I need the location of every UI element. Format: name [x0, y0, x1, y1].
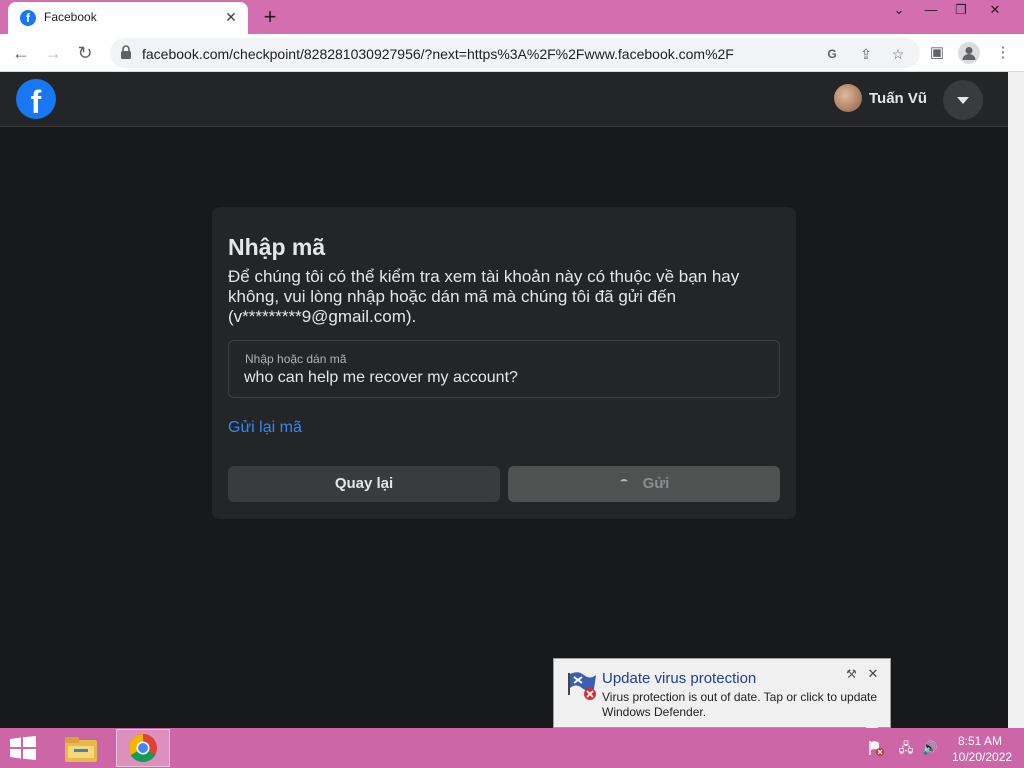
side-panel-icon[interactable]: ▣	[926, 42, 948, 64]
notification-message: Virus protection is out of date. Tap or …	[602, 690, 878, 719]
tab-close-icon[interactable]: ✕	[222, 9, 240, 26]
loading-spinner-icon	[618, 479, 629, 489]
caret-down-icon	[957, 97, 969, 104]
windows-taskbar: 🖧 🔊 8:51 AM 10/20/2022	[0, 728, 1024, 768]
back-button-card[interactable]: Quay lại	[228, 466, 500, 502]
close-window-button[interactable]: ✕	[980, 2, 1010, 18]
volume-icon[interactable]: 🔊	[921, 739, 939, 757]
notification-close-icon[interactable]: ✕	[866, 666, 880, 682]
bookmark-star-icon[interactable]: ☆	[888, 44, 908, 64]
tab-title: Facebook	[44, 10, 97, 24]
share-icon[interactable]: ⇪	[856, 44, 876, 64]
avatar	[834, 84, 862, 112]
network-icon[interactable]: 🖧	[897, 739, 915, 757]
notification-title: Update virus protection	[602, 670, 757, 687]
facebook-favicon-icon: f	[20, 10, 36, 26]
chrome-icon[interactable]	[116, 729, 170, 767]
windows-start-icon[interactable]	[8, 736, 38, 760]
tab-search-chevron-icon[interactable]: ⌄	[884, 2, 914, 18]
facebook-logo-icon[interactable]: f	[16, 79, 56, 120]
restore-button[interactable]: ❐	[946, 2, 976, 18]
profile-icon[interactable]	[958, 42, 980, 64]
user-name: Tuấn Vũ	[869, 90, 928, 107]
defender-alert-icon[interactable]	[868, 739, 886, 757]
translate-icon[interactable]: G	[822, 44, 842, 64]
enter-code-card: Nhập mã Để chúng tôi có thể kiểm tra xem…	[212, 207, 796, 519]
clock-date[interactable]: 10/20/2022	[952, 750, 1012, 764]
clock-time[interactable]: 8:51 AM	[958, 734, 1002, 748]
file-explorer-icon[interactable]	[54, 729, 108, 767]
resend-code-link[interactable]: Gửi lại mã	[228, 419, 302, 437]
browser-toolbar: ← → ↻ facebook.com/checkpoint/8282810309…	[0, 34, 1024, 72]
defender-flag-icon	[568, 672, 596, 700]
browser-titlebar: f Facebook ✕ + ⌄ — ❐ ✕	[0, 0, 1024, 34]
card-description: Để chúng tôi có thể kiểm tra xem tài kho…	[228, 267, 740, 326]
defender-notification[interactable]: Update virus protection Virus protection…	[553, 658, 891, 728]
code-input-label: Nhập hoặc dán mã	[245, 352, 347, 366]
back-button[interactable]: ←	[8, 40, 34, 66]
facebook-page: f Tuấn Vũ Nhập mã Để chúng tôi có thể ki…	[0, 72, 1008, 728]
facebook-header: f Tuấn Vũ	[0, 72, 1008, 127]
page-scrollbar[interactable]	[1008, 72, 1024, 728]
url-text: facebook.com/checkpoint/828281030927956/…	[142, 46, 734, 62]
notification-options-icon[interactable]: ⚒	[846, 667, 857, 681]
forward-button[interactable]: →	[40, 40, 66, 66]
send-button[interactable]: Gửi	[508, 466, 780, 502]
code-input-value[interactable]: who can help me recover my account?	[244, 369, 518, 387]
chrome-menu-icon[interactable]: ⋮	[992, 42, 1014, 64]
account-menu-button[interactable]	[943, 80, 983, 120]
reload-button[interactable]: ↻	[72, 40, 98, 66]
code-input-field[interactable]: Nhập hoặc dán mã who can help me recover…	[228, 340, 780, 398]
address-bar[interactable]: facebook.com/checkpoint/828281030927956/…	[110, 38, 920, 68]
send-button-label: Gửi	[642, 475, 670, 492]
minimize-button[interactable]: —	[916, 2, 946, 17]
tab-facebook[interactable]: f Facebook ✕	[8, 2, 248, 34]
new-tab-button[interactable]: +	[258, 4, 282, 30]
lock-icon	[121, 45, 131, 59]
card-title: Nhập mã	[228, 234, 326, 260]
